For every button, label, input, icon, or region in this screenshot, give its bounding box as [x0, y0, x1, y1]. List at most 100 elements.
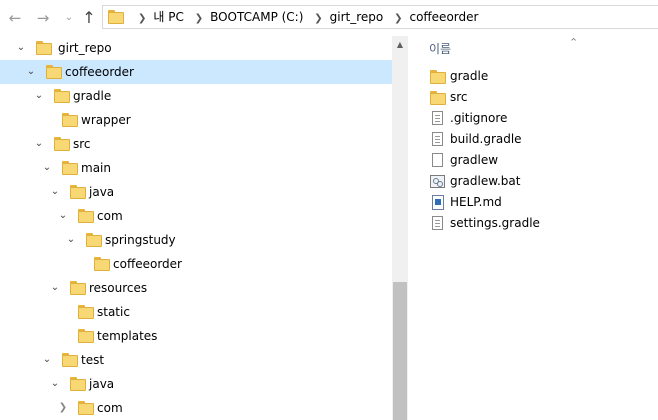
tree-item-label: test	[81, 353, 105, 367]
file-item-label: settings.gradle	[450, 216, 540, 230]
tree-item-label: girt_repo	[58, 41, 112, 55]
tree-item[interactable]: static	[0, 300, 392, 324]
breadcrumb-drive[interactable]: BOOTCAMP (C:)	[210, 6, 303, 28]
file-item[interactable]: src	[428, 87, 648, 108]
file-list: 이름 ⌃ gradle src .gitignore build.gradle …	[408, 36, 658, 420]
breadcrumb-current[interactable]: coffeeorder	[409, 6, 478, 28]
tree-item[interactable]: ❯ com	[0, 396, 392, 420]
tree-item[interactable]: ⌄ springstudy	[0, 228, 392, 252]
chevron-right-icon[interactable]: ❯	[138, 8, 146, 30]
chevron-down-icon[interactable]: ⌄	[64, 228, 78, 252]
file-item[interactable]: build.gradle	[428, 129, 648, 150]
breadcrumb-this-pc[interactable]: 내 PC	[153, 6, 183, 28]
folder-icon	[54, 137, 70, 151]
tree-item-label: main	[81, 161, 111, 175]
chevron-right-icon[interactable]: ❯	[394, 8, 402, 30]
tree-item-label: java	[89, 185, 115, 199]
tree-item-label: resources	[89, 281, 148, 295]
chevron-down-icon[interactable]: ⌄	[56, 204, 70, 228]
tree-item[interactable]: ⌄ resources	[0, 276, 392, 300]
chevron-right-icon[interactable]: ❯	[56, 396, 70, 420]
file-item[interactable]: gradlew	[428, 150, 648, 171]
column-header-label: 이름	[429, 42, 452, 56]
address-bar[interactable]: ❯ 내 PC ❯ BOOTCAMP (C:) ❯ girt_repo ❯ coffeeo…	[102, 5, 658, 29]
tree-item-label: com	[97, 401, 123, 415]
chevron-down-icon[interactable]: ⌄	[32, 84, 46, 108]
chevron-right-icon[interactable]: ❯	[195, 8, 203, 30]
tree-scrollbar[interactable]: ▲	[392, 36, 408, 420]
tree-item[interactable]: ⌄ girt_repo	[0, 36, 392, 60]
file-item-label: build.gradle	[450, 132, 522, 146]
file-item-label: gradlew	[450, 153, 499, 167]
folder-icon	[62, 113, 78, 127]
back-arrow-icon[interactable]: ←	[6, 8, 24, 28]
tree-item[interactable]: ⌄ main	[0, 156, 392, 180]
chevron-down-icon[interactable]: ⌄	[40, 156, 54, 180]
tree-item-label: com	[97, 209, 123, 223]
folder-icon	[430, 91, 446, 105]
address-toolbar: ← → ⌄ ↑ ❯ 내 PC ❯ BOOTCAMP (C:) ❯ girt_repo …	[0, 0, 658, 36]
folder-icon	[70, 377, 86, 391]
folder-icon	[86, 233, 102, 247]
tree-item-label: static	[97, 305, 130, 319]
folder-icon	[94, 257, 110, 271]
tree-item[interactable]: templates	[0, 324, 392, 348]
sort-ascending-icon: ⌃	[569, 36, 579, 49]
folder-icon	[78, 401, 94, 415]
folder-icon	[430, 70, 446, 84]
tree-item-label: gradle	[73, 89, 112, 103]
tree-item-label: coffeeorder	[113, 257, 182, 271]
folder-icon	[78, 329, 94, 343]
tree-item[interactable]: ⌄ java	[0, 372, 392, 396]
chevron-down-icon[interactable]: ⌄	[32, 132, 46, 156]
chevron-down-icon[interactable]: ⌄	[24, 60, 38, 84]
folder-icon	[70, 281, 86, 295]
tree-item-label: src	[73, 137, 91, 151]
file-item[interactable]: gradlew.bat	[428, 171, 648, 192]
blank-file-icon	[430, 153, 446, 169]
chevron-down-icon[interactable]: ⌄	[48, 180, 62, 204]
tree-item[interactable]: ⌄ gradle	[0, 84, 392, 108]
file-item-label: .gitignore	[450, 111, 508, 125]
tree-item[interactable]: ⌄ test	[0, 348, 392, 372]
tree-item-label: java	[89, 377, 115, 391]
file-item-label: gradlew.bat	[450, 174, 521, 188]
scroll-up-arrow-icon[interactable]: ▲	[392, 38, 408, 52]
breadcrumb-repo[interactable]: girt_repo	[330, 6, 384, 28]
tree-item-label: springstudy	[105, 233, 176, 247]
tree-item[interactable]: ⌄ com	[0, 204, 392, 228]
folder-icon	[70, 185, 86, 199]
folder-icon	[78, 305, 94, 319]
markdown-file-icon	[430, 195, 446, 211]
tree-item-selected[interactable]: ⌄ coffeeorder	[0, 60, 392, 84]
tree-item[interactable]: coffeeorder	[0, 252, 392, 276]
file-item[interactable]: gradle	[428, 66, 648, 87]
file-item-label: gradle	[450, 69, 489, 83]
tree-item-label: coffeeorder	[65, 65, 134, 79]
up-arrow-icon[interactable]: ↑	[80, 8, 98, 28]
folder-icon	[62, 161, 78, 175]
scrollbar-thumb[interactable]	[393, 282, 407, 420]
file-item[interactable]: HELP.md	[428, 192, 648, 213]
tree-item[interactable]: wrapper	[0, 108, 392, 132]
forward-arrow-icon[interactable]: →	[34, 8, 52, 28]
file-item[interactable]: .gitignore	[428, 108, 648, 129]
chevron-right-icon[interactable]: ❯	[314, 8, 322, 30]
tree-item[interactable]: ⌄ java	[0, 180, 392, 204]
folder-icon	[36, 41, 52, 55]
tree-item-label: templates	[97, 329, 158, 343]
folder-icon	[46, 65, 62, 79]
chevron-down-icon[interactable]: ⌄	[48, 276, 62, 300]
batch-file-icon	[430, 174, 446, 190]
column-header-name[interactable]: 이름 ⌃	[429, 36, 578, 57]
folder-icon	[62, 353, 78, 367]
file-item[interactable]: settings.gradle	[428, 213, 648, 234]
chevron-down-icon[interactable]: ⌄	[14, 36, 28, 60]
breadcrumb: ❯ 내 PC ❯ BOOTCAMP (C:) ❯ girt_repo ❯ coffeeo…	[131, 6, 478, 28]
tree-item-label: wrapper	[81, 113, 131, 127]
chevron-down-icon[interactable]: ⌄	[40, 348, 54, 372]
chevron-down-icon[interactable]: ⌄	[48, 372, 62, 396]
file-item-label: src	[450, 90, 468, 104]
chevron-down-icon[interactable]: ⌄	[60, 8, 78, 28]
tree-item[interactable]: ⌄ src	[0, 132, 392, 156]
